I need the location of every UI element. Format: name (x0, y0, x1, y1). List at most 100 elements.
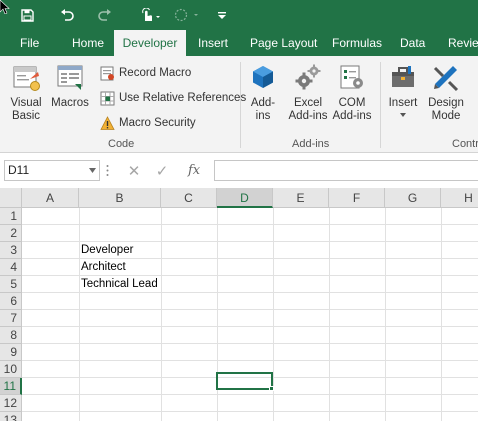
column-header-f[interactable]: F (329, 188, 385, 208)
undo-button[interactable] (55, 0, 79, 30)
save-icon (20, 8, 34, 22)
save-button[interactable] (14, 0, 40, 30)
gridline (385, 208, 386, 421)
enter-button[interactable]: ✓ (152, 160, 172, 181)
touch-mode-button[interactable] (136, 0, 164, 30)
insert-function-button[interactable]: fx (188, 160, 200, 181)
customize-toolbar-button[interactable] (212, 0, 232, 30)
form-control-icon (174, 8, 198, 22)
cancel-button[interactable]: ✕ (124, 160, 144, 181)
macros-label: Macros (51, 97, 89, 109)
name-box-value: D11 (8, 163, 30, 177)
visual-basic-button[interactable]: Visual Basic (4, 62, 48, 123)
mouse-cursor-icon (0, 0, 10, 14)
relative-references-icon (100, 91, 115, 105)
row-header-4[interactable]: 4 (0, 259, 22, 276)
gridline (22, 326, 478, 327)
column-header-b[interactable]: B (79, 188, 161, 208)
addins-group-label: Add-ins (292, 138, 330, 150)
row-header-10[interactable]: 10 (0, 361, 22, 378)
addins-button[interactable]: Add- ins (244, 62, 282, 123)
tab-page-layout[interactable]: Page Layout (242, 30, 325, 56)
relative-references-button[interactable]: Use Relative References (100, 89, 246, 107)
excel-addins-label: Excel Add-ins (288, 97, 328, 122)
gridline (161, 208, 162, 421)
excel-addins-button[interactable]: Excel Add-ins (286, 62, 330, 123)
row-header-2[interactable]: 2 (0, 225, 22, 242)
cell-b4[interactable]: Architect (79, 259, 161, 276)
insert-controls-button[interactable]: Insert (384, 62, 422, 117)
tab-developer[interactable]: Developer (114, 30, 186, 56)
formula-bar: D11 ✕ ✓ fx (0, 153, 478, 188)
tab-formulas[interactable]: Formulas (324, 30, 390, 56)
com-addins-button[interactable]: COM Add-ins (330, 62, 374, 123)
touch-mode-icon (142, 8, 160, 21)
chevron-down-icon[interactable] (89, 168, 96, 173)
row-header-12[interactable]: 12 (0, 395, 22, 412)
controls-group-label: Contr (452, 138, 478, 150)
com-addins-label: COM Add-ins (332, 97, 372, 122)
cell-b3[interactable]: Developer (79, 242, 161, 259)
column-header-h[interactable]: H (441, 188, 478, 208)
ribbon-tabs: File Home Developer Insert Page Layout F… (0, 30, 478, 56)
design-mode-label: Design Mode (428, 97, 464, 122)
tab-home[interactable]: Home (64, 30, 112, 56)
tab-insert[interactable]: Insert (190, 30, 236, 56)
row-header-1[interactable]: 1 (0, 208, 22, 225)
gridline (22, 343, 478, 344)
gridline (22, 224, 478, 225)
active-cell-d11[interactable] (216, 372, 273, 390)
form-control-button[interactable] (170, 0, 202, 30)
row-header-3[interactable]: 3 (0, 242, 22, 259)
gridline (22, 411, 478, 412)
insert-controls-label: Insert (388, 97, 418, 109)
fill-handle[interactable] (269, 386, 274, 391)
ribbon-developer: Visual Basic Macros Record Macro Use Rel… (0, 56, 478, 153)
redo-button[interactable] (92, 0, 116, 30)
row-header-13[interactable]: 13 (0, 412, 22, 421)
cell-b5[interactable]: Technical Lead (79, 276, 161, 293)
row-header-7[interactable]: 7 (0, 310, 22, 327)
select-all-button[interactable] (0, 188, 22, 208)
formula-bar-grip-icon[interactable] (106, 164, 109, 177)
store-addins-icon (253, 66, 273, 88)
record-macro-button[interactable]: Record Macro (100, 64, 191, 82)
gridline (329, 208, 330, 421)
gridline (22, 309, 478, 310)
row-header-11[interactable]: 11 (0, 378, 22, 395)
group-separator (380, 62, 381, 148)
record-macro-icon (100, 66, 114, 80)
column-header-a[interactable]: A (22, 188, 79, 208)
row-header-8[interactable]: 8 (0, 327, 22, 344)
row-header-9[interactable]: 9 (0, 344, 22, 361)
gears-icon (295, 64, 321, 90)
group-separator (240, 62, 241, 148)
code-group-label: Code (108, 138, 135, 150)
macros-icon (57, 65, 83, 90)
column-header-g[interactable]: G (385, 188, 441, 208)
record-macro-label: Record Macro (119, 67, 192, 79)
gridline (22, 360, 478, 361)
column-header-e[interactable]: E (273, 188, 329, 208)
com-addins-icon (340, 65, 363, 89)
macros-button[interactable]: Macros (50, 62, 90, 110)
macro-security-button[interactable]: Macro Security (100, 114, 196, 132)
gridline (22, 394, 478, 395)
formula-input[interactable] (214, 160, 478, 181)
tab-review[interactable]: Review (440, 30, 478, 56)
gridline (441, 208, 442, 421)
column-header-c[interactable]: C (161, 188, 217, 208)
row-header-5[interactable]: 5 (0, 276, 22, 293)
name-box[interactable]: D11 (4, 160, 100, 181)
tab-data[interactable]: Data (392, 30, 433, 56)
gridline (79, 208, 80, 421)
design-mode-button[interactable]: Design Mode (424, 62, 468, 123)
tab-file[interactable]: File (12, 30, 47, 56)
redo-icon (97, 8, 111, 21)
visual-basic-label: Visual Basic (10, 97, 42, 122)
customize-toolbar-icon (218, 11, 226, 19)
visual-basic-icon (13, 66, 40, 91)
row-header-6[interactable]: 6 (0, 293, 22, 310)
column-header-d[interactable]: D (217, 188, 273, 208)
spreadsheet-grid[interactable]: A B C D E F G H 1 2 3 4 5 6 7 8 9 10 11 … (0, 188, 478, 421)
